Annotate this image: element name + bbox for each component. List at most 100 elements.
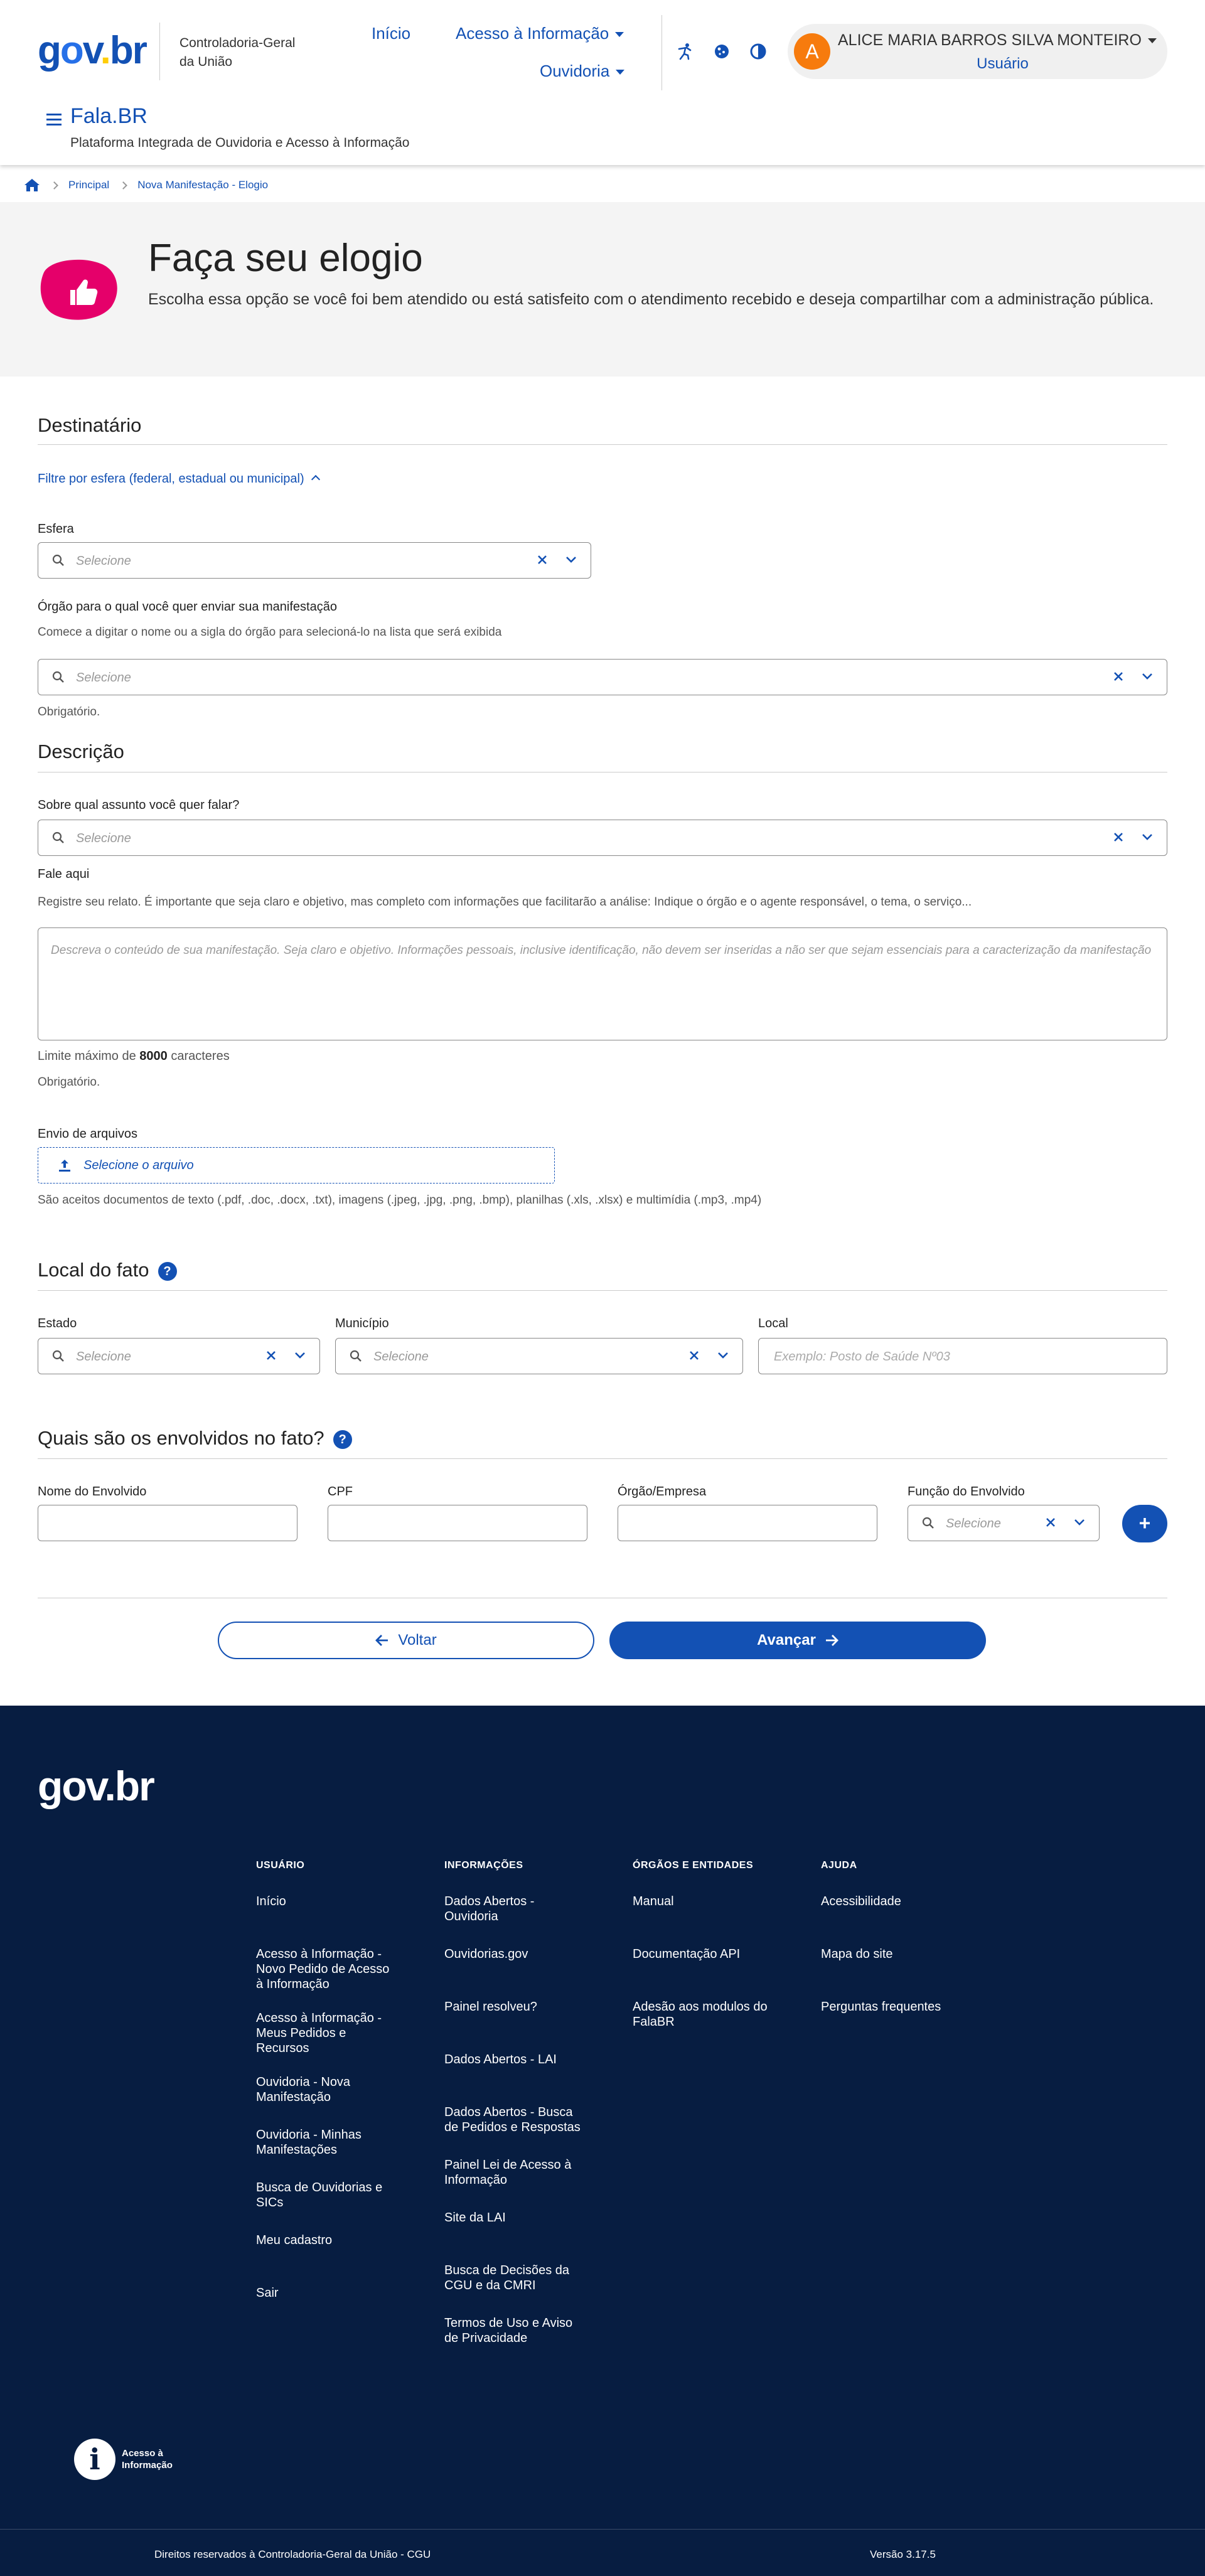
next-button[interactable]: Avançar — [609, 1622, 986, 1659]
cpf-input[interactable] — [328, 1505, 587, 1541]
fale-aqui-label: Fale aqui — [38, 867, 90, 881]
footer-link[interactable]: Mapa do site — [821, 1947, 959, 1980]
app-title[interactable]: Fala.BR — [70, 104, 147, 129]
footer-link[interactable]: Meu cadastro — [256, 2233, 394, 2267]
back-button[interactable]: Voltar — [218, 1622, 594, 1659]
user-menu[interactable]: A ALICE MARIA BARROS SILVA MONTEIRO Usuá… — [788, 24, 1167, 79]
orgao-empresa-input[interactable] — [618, 1505, 877, 1541]
footer-link[interactable]: Ouvidorias.gov — [444, 1947, 582, 1980]
breadcrumb-current: Nova Manifestação - Elogio — [137, 179, 269, 191]
footer-link[interactable]: Manual — [633, 1894, 771, 1928]
municipio-label: Município — [335, 1317, 389, 1330]
footer-divider — [0, 2529, 1205, 2530]
footer-link[interactable]: Termos de Uso e Aviso de Privacidade — [444, 2316, 582, 2349]
footer-column-heading: ÓRGÃOS E ENTIDADES — [633, 1860, 754, 1871]
orgao-label: Órgão para o qual você quer enviar sua m… — [38, 600, 337, 614]
footer-link[interactable]: Dados Abertos - LAI — [444, 2052, 582, 2086]
chevron-down-icon[interactable] — [294, 1351, 306, 1360]
footer-link[interactable]: Site da LAI — [444, 2210, 582, 2244]
add-envolvido-button[interactable]: + — [1122, 1505, 1167, 1542]
orgao-placeholder: Selecione — [76, 671, 131, 685]
nav-acesso-label: Acesso à Informação — [456, 24, 609, 43]
footer-link[interactable]: Painel resolveu? — [444, 1999, 582, 2033]
assunto-select[interactable]: Selecione — [38, 820, 1167, 856]
clear-icon[interactable] — [1113, 831, 1124, 843]
help-icon[interactable]: ? — [158, 1261, 177, 1281]
esfera-select[interactable]: Selecione — [38, 542, 591, 579]
estado-select[interactable]: Selecione — [38, 1338, 320, 1374]
home-icon[interactable] — [24, 178, 40, 192]
relato-required: Obrigatório. — [38, 1076, 100, 1089]
search-icon — [350, 1350, 362, 1362]
info-icon: i — [74, 2439, 115, 2480]
accessibility-icon[interactable] — [673, 39, 698, 64]
breadcrumb-principal[interactable]: Principal — [68, 179, 109, 191]
footer-link[interactable]: Busca de Decisões da CGU e da CMRI — [444, 2263, 582, 2297]
chevron-down-icon[interactable] — [565, 555, 577, 564]
footer-link[interactable]: Acessibilidade — [821, 1894, 959, 1928]
nome-envolvido-input[interactable] — [38, 1505, 297, 1541]
relato-textarea[interactable]: Descreva o conteúdo de sua manifestação.… — [38, 927, 1167, 1040]
chevron-right-icon — [119, 181, 128, 190]
municipio-select[interactable]: Selecione — [335, 1338, 743, 1374]
chevron-down-icon[interactable] — [1142, 672, 1153, 681]
footer-link[interactable]: Acesso à Informação - Meus Pedidos e Rec… — [256, 2011, 394, 2056]
footer-column-heading: AJUDA — [821, 1860, 857, 1871]
footer-link[interactable]: Perguntas frequentes — [821, 1999, 959, 2033]
footer-link[interactable]: Documentação API — [633, 1947, 771, 1980]
clear-icon[interactable] — [1113, 671, 1124, 682]
orgao-select[interactable]: Selecione — [38, 659, 1167, 695]
site-header: gov.br Controladoria-Geral da União Iníci… — [0, 0, 1205, 165]
clear-icon[interactable] — [265, 1350, 277, 1361]
nav-inicio[interactable]: Início — [372, 24, 410, 43]
footer-govbr-logo[interactable]: gov.br — [38, 1762, 155, 1810]
user-name: ALICE MARIA BARROS SILVA MONTEIRO — [838, 31, 1157, 50]
arrow-left-icon — [375, 1634, 389, 1647]
contrast-icon[interactable] — [746, 39, 771, 64]
clear-icon[interactable] — [1045, 1517, 1056, 1528]
cookie-icon[interactable] — [709, 39, 734, 64]
site-footer: gov.br USUÁRIO Início Acesso à Informação … — [0, 1706, 1205, 2576]
footer-link[interactable]: Busca de Ouvidorias e SICs — [256, 2180, 394, 2214]
footer-link[interactable]: Painel Lei de Acesso à Informação — [444, 2157, 582, 2191]
section-destinatario-title: Destinatário — [38, 414, 142, 436]
upload-hint: São aceitos documentos de texto (.pdf, .… — [38, 1194, 762, 1207]
hamburger-icon[interactable] — [46, 113, 62, 127]
footer-link[interactable]: Início — [256, 1894, 394, 1928]
chevron-down-icon[interactable] — [1074, 1518, 1085, 1527]
org-name: Controladoria-Geral da União — [179, 36, 296, 69]
footer-link[interactable]: Sair — [256, 2285, 394, 2319]
header-divider — [661, 15, 662, 90]
chevron-down-icon[interactable] — [1142, 833, 1153, 842]
back-button-label: Voltar — [398, 1632, 437, 1649]
local-input[interactable]: Exemplo: Posto de Saúde Nº03 — [758, 1338, 1167, 1374]
breadcrumb: Principal Nova Manifestação - Elogio — [24, 174, 268, 196]
footer-link[interactable]: Acesso à Informação - Novo Pedido de Ace… — [256, 1947, 394, 1992]
search-icon — [52, 831, 65, 844]
nav-acesso-informacao[interactable]: Acesso à Informação — [456, 24, 624, 43]
local-placeholder: Exemplo: Posto de Saúde Nº03 — [774, 1350, 950, 1364]
upload-button[interactable]: Selecione o arquivo — [38, 1147, 555, 1184]
footer-link[interactable]: Dados Abertos - Ouvidoria — [444, 1894, 582, 1928]
search-icon — [52, 671, 65, 683]
upload-button-label: Selecione o arquivo — [83, 1158, 194, 1172]
chevron-right-icon — [50, 181, 58, 190]
filter-esfera-link[interactable]: Filtre por esfera (federal, estadual ou … — [38, 472, 321, 486]
footer-link[interactable]: Adesão aos modulos do FalaBR — [633, 1999, 771, 2033]
clear-icon[interactable] — [688, 1350, 700, 1361]
help-icon[interactable]: ? — [333, 1430, 352, 1449]
govbr-logo[interactable]: gov.br — [38, 31, 147, 70]
acesso-informacao-logo[interactable]: i Acesso à Informação — [74, 2439, 173, 2480]
funcao-placeholder: Selecione — [946, 1517, 1001, 1531]
clear-icon[interactable] — [537, 554, 548, 565]
fale-aqui-hint: Registre seu relato. É importante que se… — [38, 895, 972, 909]
chevron-down-icon[interactable] — [717, 1351, 729, 1360]
footer-link[interactable]: Ouvidoria - Minhas Manifestações — [256, 2127, 394, 2161]
relato-placeholder: Descreva o conteúdo de sua manifestação.… — [51, 944, 1152, 957]
footer-link[interactable]: Dados Abertos - Busca de Pedidos e Respo… — [444, 2105, 582, 2139]
footer-link[interactable]: Ouvidoria - Nova Manifestação — [256, 2075, 394, 2108]
orgao-empresa-label: Órgão/Empresa — [618, 1485, 707, 1499]
assunto-label: Sobre qual assunto você quer falar? — [38, 798, 240, 812]
funcao-select[interactable]: Selecione — [908, 1505, 1100, 1541]
nav-ouvidoria[interactable]: Ouvidoria — [540, 61, 625, 81]
